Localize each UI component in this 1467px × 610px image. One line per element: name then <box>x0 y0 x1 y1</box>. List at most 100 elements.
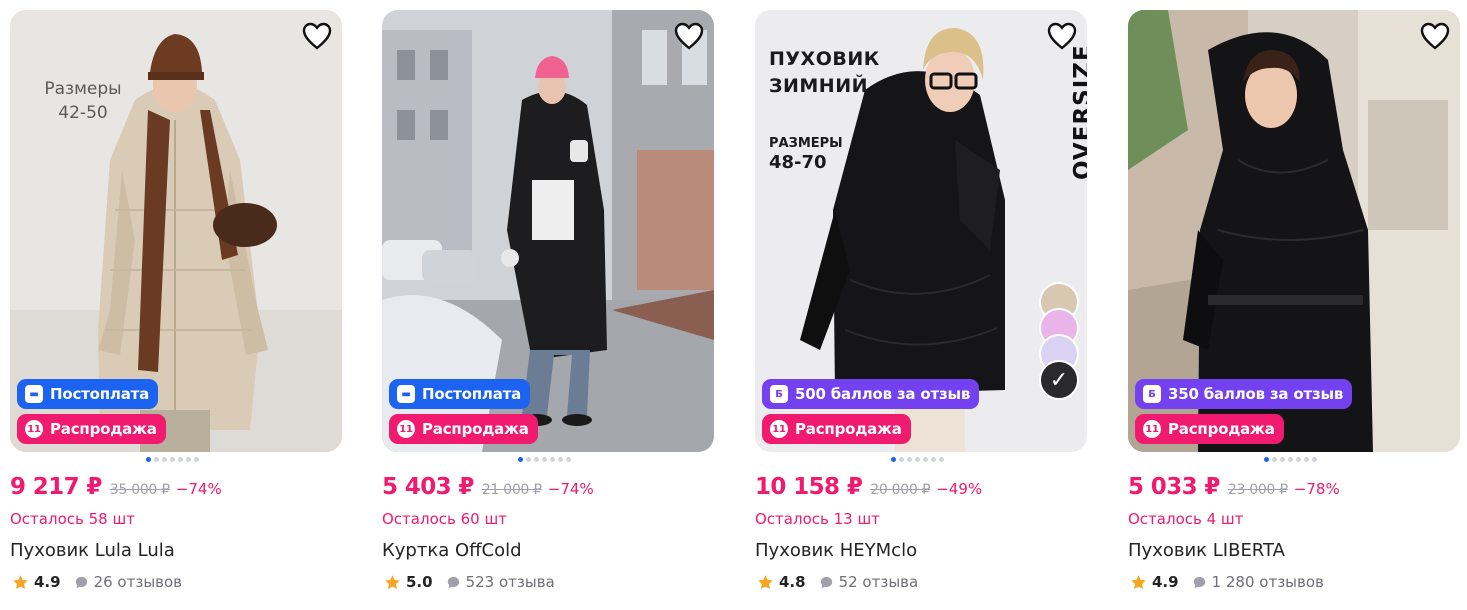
sale-tag-icon: 11 <box>25 420 43 438</box>
carousel-dot[interactable] <box>1272 457 1277 462</box>
carousel-dots <box>1264 457 1317 462</box>
carousel-dot[interactable] <box>154 457 159 462</box>
speech-bubble-icon <box>820 576 832 588</box>
current-price: 5 033 ₽ <box>1128 474 1220 500</box>
rating-value: 4.9 <box>1152 573 1179 591</box>
carousel-dot[interactable] <box>1312 457 1317 462</box>
price-block: 9 217 ₽ 35 000 ₽ −74% <box>10 474 222 500</box>
carousel-dot[interactable] <box>178 457 183 462</box>
sale-badge-label: Распродажа <box>50 420 157 438</box>
product-photo[interactable]: ▬ Постоплата 11 Распродажа <box>382 10 714 452</box>
carousel-dot[interactable] <box>558 457 563 462</box>
carousel-dot[interactable] <box>146 457 151 462</box>
star-icon <box>385 574 400 589</box>
carousel-dot[interactable] <box>1264 457 1269 462</box>
carousel-dot[interactable] <box>162 457 167 462</box>
sale-badge: 11 Распродажа <box>389 414 538 444</box>
current-price: 10 158 ₽ <box>755 474 863 500</box>
discount-percent: −78% <box>1293 480 1340 498</box>
carousel-dot[interactable] <box>194 457 199 462</box>
product-card[interactable]: Размеры 42-50 ▬ Постоплата 11 Распродажа… <box>10 10 342 610</box>
wallet-icon: ▬ <box>397 385 415 403</box>
discount-percent: −74% <box>547 480 594 498</box>
sale-tag-icon: 11 <box>770 420 788 438</box>
reviews-count: 523 отзыва <box>465 573 555 591</box>
carousel-dot[interactable] <box>891 457 896 462</box>
reviews-link[interactable]: 523 отзыва <box>447 573 555 591</box>
product-grid: Размеры 42-50 ▬ Постоплата 11 Распродажа… <box>0 0 1467 610</box>
current-price: 5 403 ₽ <box>382 474 474 500</box>
carousel-dot[interactable] <box>186 457 191 462</box>
product-name[interactable]: Пуховик LIBERTA <box>1128 540 1285 561</box>
carousel-dot[interactable] <box>566 457 571 462</box>
price-block: 5 033 ₽ 23 000 ₽ −78% <box>1128 474 1340 500</box>
rating-row: 4.8 52 отзыва <box>757 573 918 591</box>
bonus-badge-label: 350 баллов за отзыв <box>1168 385 1344 403</box>
photo-size-value: 48-70 <box>769 152 827 173</box>
heart-outline-icon[interactable] <box>1047 22 1077 50</box>
carousel-dot[interactable] <box>1288 457 1293 462</box>
reviews-link[interactable]: 26 отзывов <box>75 573 182 591</box>
color-swatch-black[interactable]: ✓ <box>1039 360 1079 400</box>
speech-bubble-icon <box>1193 576 1205 588</box>
carousel-dots <box>146 457 199 462</box>
product-photo[interactable]: ПУХОВИК ЗИМНИЙ РАЗМЕРЫ 48-70 OVERSIZE ✓ … <box>755 10 1087 452</box>
photo-oversize-label: OVERSIZE <box>1070 44 1087 180</box>
carousel-dot[interactable] <box>939 457 944 462</box>
product-photo[interactable]: Б 350 баллов за отзыв 11 Распродажа <box>1128 10 1460 452</box>
stock-left: Осталось 4 шт <box>1128 510 1244 528</box>
product-name[interactable]: Пуховик HEYMclo <box>755 540 917 561</box>
carousel-dot[interactable] <box>1296 457 1301 462</box>
current-price: 9 217 ₽ <box>10 474 102 500</box>
carousel-dot[interactable] <box>534 457 539 462</box>
rating-row: 4.9 1 280 отзывов <box>1130 573 1324 591</box>
star-icon <box>758 574 773 589</box>
old-price: 21 000 ₽ <box>481 482 542 498</box>
sale-badge: 11 Распродажа <box>1135 414 1284 444</box>
reviews-link[interactable]: 52 отзыва <box>820 573 918 591</box>
carousel-dot[interactable] <box>518 457 523 462</box>
photo-headline: ПУХОВИК ЗИМНИЙ <box>769 46 880 100</box>
bonus-badge: Б 500 баллов за отзыв <box>762 379 980 409</box>
carousel-dot[interactable] <box>923 457 928 462</box>
carousel-dot[interactable] <box>931 457 936 462</box>
reviews-link[interactable]: 1 280 отзывов <box>1193 573 1324 591</box>
heart-outline-icon[interactable] <box>302 22 332 50</box>
carousel-dot[interactable] <box>550 457 555 462</box>
product-card[interactable]: ПУХОВИК ЗИМНИЙ РАЗМЕРЫ 48-70 OVERSIZE ✓ … <box>755 10 1087 610</box>
carousel-dot[interactable] <box>170 457 175 462</box>
product-card[interactable]: Б 350 баллов за отзыв 11 Распродажа 5 03… <box>1128 10 1460 610</box>
carousel-dot[interactable] <box>915 457 920 462</box>
photo-size-caption-label: Размеры <box>44 79 122 99</box>
photo-size-caption-value: 42-50 <box>58 103 108 123</box>
product-name[interactable]: Куртка OffCold <box>382 540 522 561</box>
rating-value: 4.8 <box>779 573 806 591</box>
speech-bubble-icon <box>75 576 87 588</box>
heart-outline-icon[interactable] <box>1420 22 1450 50</box>
product-card[interactable]: ▬ Постоплата 11 Распродажа 5 403 ₽ 21 00… <box>382 10 714 610</box>
sale-badge-label: Распродажа <box>1168 420 1275 438</box>
carousel-dot[interactable] <box>1280 457 1285 462</box>
carousel-dot[interactable] <box>1304 457 1309 462</box>
rating-value: 4.9 <box>34 573 61 591</box>
carousel-dot[interactable] <box>899 457 904 462</box>
product-photo[interactable]: Размеры 42-50 ▬ Постоплата 11 Распродажа <box>10 10 342 452</box>
postpay-badge: ▬ Постоплата <box>17 379 159 409</box>
old-price: 20 000 ₽ <box>870 482 931 498</box>
postpay-badge: ▬ Постоплата <box>389 379 531 409</box>
carousel-dot[interactable] <box>907 457 912 462</box>
check-icon: ✓ <box>1049 367 1069 393</box>
discount-percent: −49% <box>936 480 983 498</box>
price-block: 5 403 ₽ 21 000 ₽ −74% <box>382 474 594 500</box>
sale-tag-icon: 11 <box>397 420 415 438</box>
old-price: 23 000 ₽ <box>1227 482 1288 498</box>
rating-value: 5.0 <box>406 573 433 591</box>
postpay-badge-label: Постоплата <box>422 385 522 403</box>
discount-percent: −74% <box>175 480 222 498</box>
carousel-dot[interactable] <box>526 457 531 462</box>
heart-outline-icon[interactable] <box>674 22 704 50</box>
carousel-dot[interactable] <box>542 457 547 462</box>
sale-tag-icon: 11 <box>1143 420 1161 438</box>
sale-badge-label: Распродажа <box>422 420 529 438</box>
product-name[interactable]: Пуховик Lula Lula <box>10 540 175 561</box>
